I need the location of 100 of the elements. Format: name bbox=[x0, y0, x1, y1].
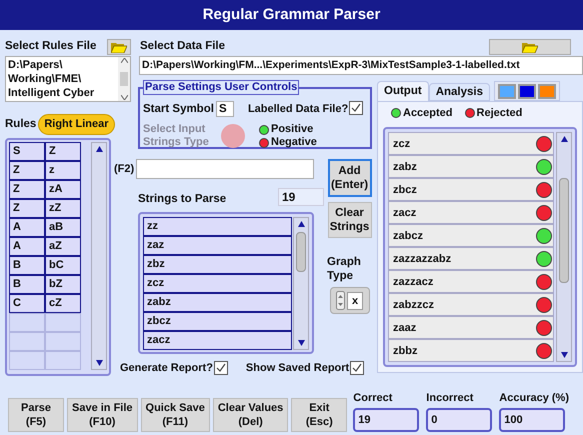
table-cell: bC bbox=[45, 256, 81, 275]
result-string: zbbz bbox=[393, 344, 418, 358]
field-label: Select Input Strings Type bbox=[143, 123, 210, 150]
checkbox[interactable] bbox=[349, 101, 364, 116]
action-button[interactable]: Clear Strings bbox=[328, 202, 372, 238]
table-cell: aB bbox=[45, 218, 81, 237]
table-cell: S bbox=[9, 142, 45, 161]
scroll-thumb[interactable] bbox=[296, 232, 306, 272]
legend-label: Accepted bbox=[403, 106, 453, 121]
list-item[interactable]: zcz bbox=[143, 274, 292, 292]
path-line: Working\FME\ bbox=[8, 72, 82, 86]
list-item[interactable]: zabz bbox=[143, 292, 292, 312]
up-arrow-icon bbox=[561, 136, 568, 142]
field-label: Strings to Parse bbox=[138, 192, 226, 208]
action-button[interactable]: Clear Values (Del) bbox=[212, 398, 288, 432]
string-count-field: 19 bbox=[278, 188, 324, 206]
checkbox-label: Show Saved Report bbox=[246, 360, 350, 376]
down-arrow-icon bbox=[96, 360, 103, 366]
table-cell: Z bbox=[9, 180, 45, 199]
folder-icon bbox=[111, 42, 127, 53]
table-cell: Z bbox=[45, 142, 81, 161]
field-label: Select Rules File bbox=[5, 39, 96, 54]
list-item[interactable]: zbz bbox=[143, 254, 292, 274]
table-cell: aZ bbox=[45, 236, 81, 256]
table-cell: zA bbox=[45, 180, 81, 199]
field-label: Rules bbox=[5, 116, 36, 132]
result-string: zcz bbox=[393, 136, 410, 152]
group-title: Parse Settings User Controls bbox=[143, 80, 300, 96]
input-type-toggle[interactable] bbox=[221, 124, 245, 148]
down-arrow-icon bbox=[561, 352, 568, 358]
open-folder-button[interactable] bbox=[489, 39, 571, 56]
result-string: zabzzcz bbox=[393, 298, 434, 312]
check-icon bbox=[352, 362, 362, 373]
table-cell bbox=[45, 332, 81, 351]
stat-field: 100 bbox=[499, 408, 566, 432]
up-arrow-icon bbox=[96, 146, 103, 152]
list-item[interactable]: zbcz bbox=[143, 312, 292, 330]
table-cell: cZ bbox=[45, 294, 81, 313]
scroll-thumb[interactable] bbox=[120, 72, 128, 86]
open-folder-button[interactable] bbox=[107, 39, 131, 56]
graph-type-control[interactable]: x bbox=[330, 287, 370, 314]
action-button[interactable]: Parse (F5) bbox=[8, 398, 64, 432]
stat-label: Correct bbox=[353, 391, 394, 405]
start-symbol-field[interactable]: S bbox=[216, 101, 234, 118]
checkbox[interactable] bbox=[214, 360, 228, 375]
action-button[interactable]: Exit (Esc) bbox=[291, 398, 348, 432]
color-swatch[interactable] bbox=[498, 84, 516, 99]
table-cell bbox=[45, 350, 81, 370]
stat-field: 0 bbox=[426, 408, 492, 432]
action-button[interactable]: Save in File (F10) bbox=[67, 398, 138, 432]
table-cell: A bbox=[9, 218, 45, 237]
tab[interactable]: Analysis bbox=[428, 83, 490, 102]
graph-type-value: x bbox=[347, 292, 363, 310]
tab[interactable]: Output bbox=[377, 81, 429, 102]
result-string: zazzazzabz bbox=[393, 252, 452, 266]
action-button[interactable]: Quick Save (F11) bbox=[140, 398, 210, 432]
list-item[interactable]: zz bbox=[143, 216, 292, 236]
table-cell: Z bbox=[9, 198, 45, 218]
scrollbar[interactable] bbox=[91, 142, 107, 370]
result-string: zazzacz bbox=[393, 274, 434, 290]
table-cell bbox=[9, 312, 45, 332]
stat-label: Incorrect bbox=[426, 391, 474, 405]
path-line: D:\Papers\ bbox=[8, 58, 64, 72]
result-string: zabz bbox=[393, 160, 417, 174]
checkbox-label: Generate Report? bbox=[120, 360, 213, 376]
field-label: Graph Type bbox=[327, 255, 362, 284]
string-input-field[interactable] bbox=[136, 159, 314, 180]
check-icon bbox=[351, 103, 362, 114]
folder-icon bbox=[522, 42, 538, 53]
table-cell: bZ bbox=[45, 274, 81, 294]
table-cell bbox=[9, 350, 45, 370]
spinner-icon bbox=[336, 291, 345, 310]
path-line: Intelligent Cyber bbox=[8, 86, 96, 100]
field-label: Select Data File bbox=[140, 39, 226, 54]
table-cell bbox=[45, 312, 81, 332]
data-file-field[interactable]: D:\Papers\Working\FM...\Experiments\ExpR-3\MixTestSample3-1-labelled.txt bbox=[139, 56, 583, 76]
scrollbar[interactable] bbox=[556, 132, 572, 362]
scrollbar[interactable] bbox=[293, 216, 309, 350]
field-label: Labelled Data File? bbox=[248, 102, 348, 117]
table-cell: Z bbox=[9, 160, 45, 180]
table-cell: B bbox=[9, 274, 45, 294]
table-cell: A bbox=[9, 236, 45, 256]
action-button[interactable]: Add (Enter) bbox=[328, 159, 372, 198]
table-cell: zZ bbox=[45, 198, 81, 218]
color-swatch[interactable] bbox=[518, 84, 536, 99]
list-item[interactable]: zacz bbox=[143, 330, 292, 350]
legend-label: Negative bbox=[271, 136, 317, 150]
field-label: (F2) bbox=[114, 162, 136, 177]
rules-file-field[interactable]: D:\Papers\ Working\FME\ Intelligent Cyber bbox=[5, 56, 131, 102]
result-string: zacz bbox=[393, 206, 416, 220]
grammar-type-badge: Right Linear bbox=[38, 114, 114, 135]
color-swatch[interactable] bbox=[538, 84, 556, 99]
list-item[interactable]: zaz bbox=[143, 236, 292, 254]
table-cell bbox=[9, 332, 45, 351]
table-cell: B bbox=[9, 256, 45, 275]
scroll-thumb[interactable] bbox=[559, 178, 569, 284]
legend-label: Rejected bbox=[476, 106, 522, 121]
window-title: Regular Grammar Parser bbox=[0, 0, 583, 30]
table-cell: C bbox=[9, 294, 45, 313]
checkbox[interactable] bbox=[350, 360, 364, 375]
